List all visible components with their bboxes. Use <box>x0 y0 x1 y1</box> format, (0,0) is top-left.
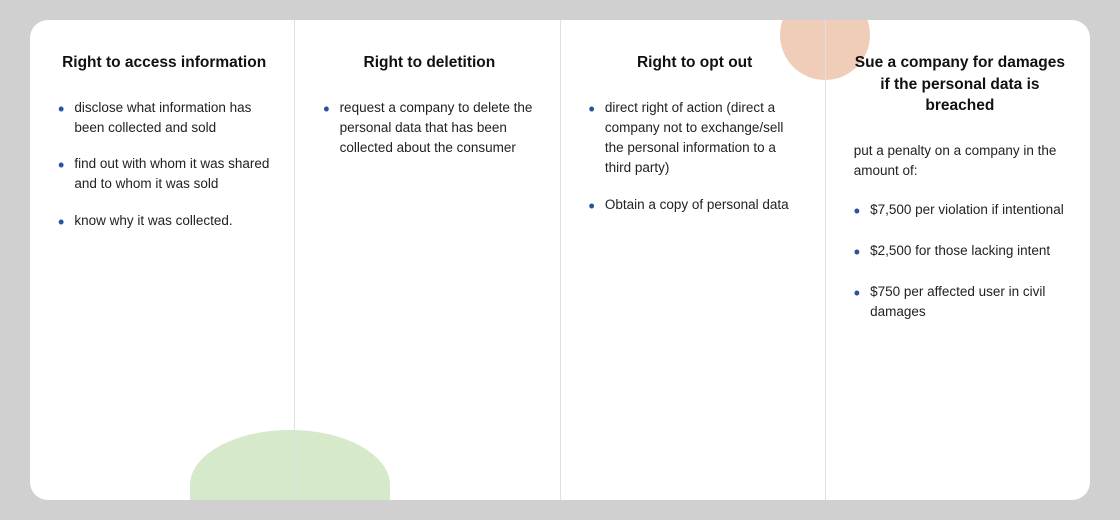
column-subtitle-sue: put a penalty on a company in the amount… <box>854 141 1066 182</box>
column-sue: Sue a company for damages if the persona… <box>826 20 1090 500</box>
list-item: disclose what information has been colle… <box>58 98 270 139</box>
bullet-list-access: disclose what information has been colle… <box>58 98 270 236</box>
list-item: find out with whom it was shared and to … <box>58 154 270 195</box>
list-item: Obtain a copy of personal data <box>589 195 801 220</box>
column-deletition: Right to deletition request a company to … <box>295 20 560 500</box>
list-item: $2,500 for those lacking intent <box>854 241 1066 266</box>
column-title-access: Right to access information <box>58 52 270 74</box>
bullet-list-sue: $7,500 per violation if intentional $2,50… <box>854 200 1066 323</box>
column-opt-out: Right to opt out direct right of action (… <box>561 20 826 500</box>
column-title-sue: Sue a company for damages if the persona… <box>854 52 1066 117</box>
column-access: Right to access information disclose what… <box>30 20 295 500</box>
column-title-deletition: Right to deletition <box>323 52 535 74</box>
column-title-opt-out: Right to opt out <box>589 52 801 74</box>
list-item: $750 per affected user in civil damages <box>854 282 1066 323</box>
list-item: $7,500 per violation if intentional <box>854 200 1066 225</box>
list-item: request a company to delete the personal… <box>323 98 535 159</box>
bullet-list-opt-out: direct right of action (direct a company… <box>589 98 801 220</box>
list-item: know why it was collected. <box>58 211 270 236</box>
list-item: direct right of action (direct a company… <box>589 98 801 179</box>
main-card: Right to access information disclose what… <box>30 20 1090 500</box>
bullet-list-deletition: request a company to delete the personal… <box>323 98 535 159</box>
